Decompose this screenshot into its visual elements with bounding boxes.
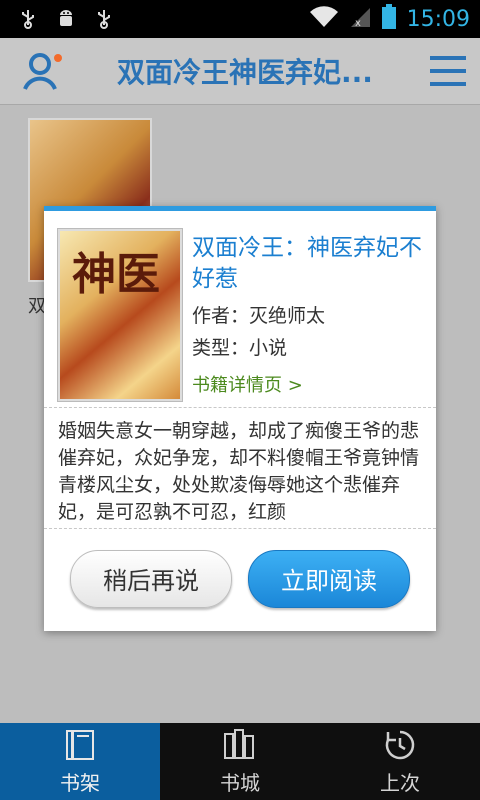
status-bar: x 15:09 (0, 0, 480, 38)
book-author: 作者：灭绝师太 (192, 305, 326, 327)
svg-text:x: x (355, 18, 361, 28)
android-debug-icon (56, 9, 76, 29)
book-info: 双面冷王：神医弃妃不好惹 作者：灭绝师太 类型：小说 书籍详情页 > (192, 233, 428, 397)
book-title: 双面冷王：神医弃妃不好惹 (192, 235, 422, 292)
tab-bookstore[interactable]: 书城 (160, 723, 320, 800)
usb-icon (18, 9, 38, 29)
history-icon (383, 727, 417, 763)
app-header: 双面冷王神医弃妃... (0, 38, 480, 105)
tab-label: 书城 (220, 771, 260, 795)
usb-icon (94, 9, 114, 29)
read-now-button[interactable]: 立即阅读 (248, 549, 410, 608)
cover-title: 神医 (72, 249, 160, 300)
user-icon[interactable] (14, 38, 74, 104)
dialog-header: 神医 双面冷王：神医弃妃不好惹 作者：灭绝师太 类型：小说 书籍详情页 > (44, 211, 436, 407)
page-title: 双面冷王神医弃妃... (117, 56, 373, 89)
signal-icon: x (349, 6, 371, 32)
clock: 15:09 (406, 6, 470, 32)
book-cover: 神医 (58, 229, 182, 401)
book-synopsis: 婚姻失意女一朝穿越，却成了痴傻王爷的悲催弃妃，众妃争宠，却不料傻帽王爷竟钟情青楼… (58, 420, 420, 523)
tab-label: 书架 (60, 771, 100, 795)
dialog-buttons: 稍后再说 立即阅读 (44, 526, 436, 631)
book-detail-link[interactable]: 书籍详情页 > (192, 371, 428, 397)
battery-icon (381, 4, 397, 34)
book-dialog: 神医 双面冷王：神医弃妃不好惹 作者：灭绝师太 类型：小说 书籍详情页 > 婚姻… (44, 206, 436, 631)
book-type: 类型：小说 (192, 337, 288, 359)
bottom-nav: 书架 书城 上次 (0, 723, 480, 800)
menu-icon[interactable] (416, 38, 480, 104)
later-button[interactable]: 稍后再说 (70, 549, 232, 608)
bookstore-icon (222, 727, 258, 763)
tab-bookshelf[interactable]: 书架 (0, 723, 160, 800)
bookshelf-icon (63, 727, 97, 763)
wifi-icon (309, 6, 339, 32)
tab-last-read[interactable]: 上次 (320, 723, 480, 800)
tab-label: 上次 (380, 771, 420, 795)
